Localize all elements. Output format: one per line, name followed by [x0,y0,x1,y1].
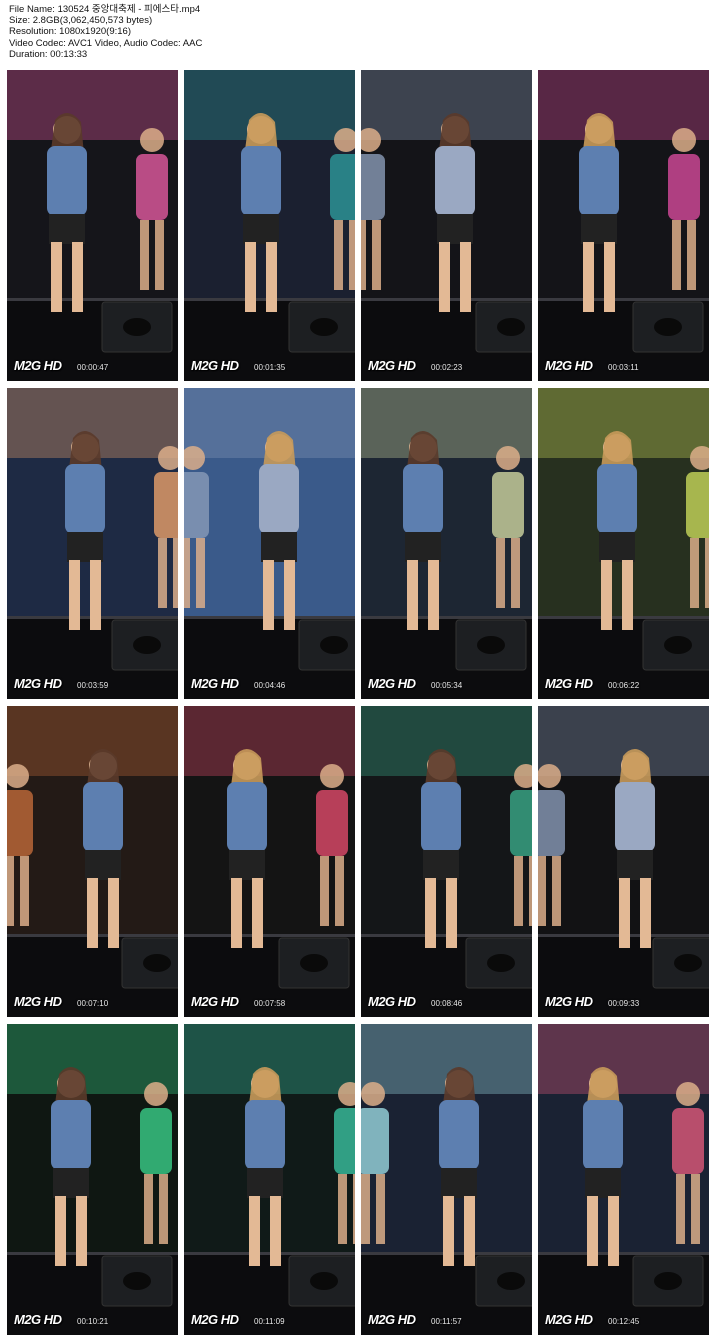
watermark-logo: M2G HD [191,676,239,691]
thumbnail-frame-image [538,70,709,381]
watermark-logo: M2G HD [368,1312,416,1327]
timestamp: 00:04:46 [254,681,286,690]
video-thumbnail[interactable]: M2G HD 00:07:10 [7,706,178,1017]
video-thumbnail[interactable]: M2G HD 00:05:34 [361,388,532,699]
resolution: Resolution: 1080x1920(9:16) [9,26,132,38]
video-thumbnail[interactable]: M2G HD 00:10:21 [7,1024,178,1335]
video-thumbnail[interactable]: M2G HD 00:12:45 [538,1024,709,1335]
video-thumbnail[interactable]: M2G HD 00:09:33 [538,706,709,1017]
timestamp: 00:03:11 [608,363,639,372]
watermark-logo: M2G HD [191,1312,239,1327]
video-thumbnail[interactable]: M2G HD 00:03:11 [538,70,709,381]
thumbnail-frame-image [184,706,355,1017]
watermark-logo: M2G HD [14,358,62,373]
video-thumbnail[interactable]: M2G HD 00:00:47 [7,70,178,381]
watermark-logo: M2G HD [191,994,239,1009]
timestamp: 00:01:35 [254,363,286,372]
video-thumbnail[interactable]: M2G HD 00:02:23 [361,70,532,381]
timestamp: 00:00:47 [77,363,109,372]
video-thumbnail[interactable]: M2G HD 00:01:35 [184,70,355,381]
thumbnail-grid: M2G HD 00:00:47 M2G HD 00:01:35 M2G HD 00:02:… [7,70,713,1338]
timestamp: 00:10:21 [77,1317,109,1326]
video-thumbnail[interactable]: M2G HD 00:07:58 [184,706,355,1017]
watermark-logo: M2G HD [14,1312,62,1327]
watermark-logo: M2G HD [368,358,416,373]
file-info: File Name: 130524 중앙대축제 - 피에스타.mp4 Size:… [9,4,202,60]
timestamp: 00:08:46 [431,999,463,1008]
timestamp: 00:02:23 [431,363,463,372]
timestamp: 00:05:34 [431,681,463,690]
video-thumbnail[interactable]: M2G HD 00:08:46 [361,706,532,1017]
watermark-logo: M2G HD [14,676,62,691]
thumbnail-frame-image [184,388,355,699]
codec-info: Video Codec: AVC1 Video, Audio Codec: AA… [9,37,203,49]
thumbnail-frame-image [7,388,178,699]
thumbnail-frame-image [538,388,709,699]
timestamp: 00:03:59 [77,681,109,690]
thumbnail-frame-image [361,388,532,699]
thumbnail-frame-image [184,70,355,381]
timestamp: 00:12:45 [608,1317,640,1326]
watermark-logo: M2G HD [545,676,593,691]
thumbnail-frame-image [7,1024,178,1335]
watermark-logo: M2G HD [14,994,62,1009]
watermark-logo: M2G HD [545,994,593,1009]
thumbnail-frame-image [538,706,709,1017]
watermark-logo: M2G HD [368,994,416,1009]
watermark-logo: M2G HD [191,358,239,373]
file-name: File Name: 130524 중앙대축제 - 피에스타.mp4 [9,4,201,15]
video-thumbnail[interactable]: M2G HD 00:06:22 [538,388,709,699]
video-thumbnail[interactable]: M2G HD 00:11:09 [184,1024,355,1335]
thumbnail-frame-image [184,1024,355,1335]
timestamp: 00:06:22 [608,681,640,690]
thumbnail-frame-image [361,70,532,381]
thumbnail-frame-image [361,1024,532,1335]
timestamp: 00:11:09 [254,1317,285,1326]
timestamp: 00:09:33 [608,999,640,1008]
duration: Duration: 00:13:33 [9,48,88,60]
thumbnail-frame-image [7,70,178,381]
video-thumbnail[interactable]: M2G HD 00:03:59 [7,388,178,699]
thumbnail-frame-image [361,706,532,1017]
video-thumbnail[interactable]: M2G HD 00:11:57 [361,1024,532,1335]
video-thumbnail[interactable]: M2G HD 00:04:46 [184,388,355,699]
watermark-logo: M2G HD [368,676,416,691]
thumbnail-frame-image [538,1024,709,1335]
timestamp: 00:07:58 [254,999,286,1008]
watermark-logo: M2G HD [545,358,593,373]
file-size: Size: 2.8GB(3,062,450,573 bytes) [9,15,153,27]
timestamp: 00:07:10 [77,999,109,1008]
timestamp: 00:11:57 [431,1317,462,1326]
watermark-logo: M2G HD [545,1312,593,1327]
thumbnail-frame-image [7,706,178,1017]
